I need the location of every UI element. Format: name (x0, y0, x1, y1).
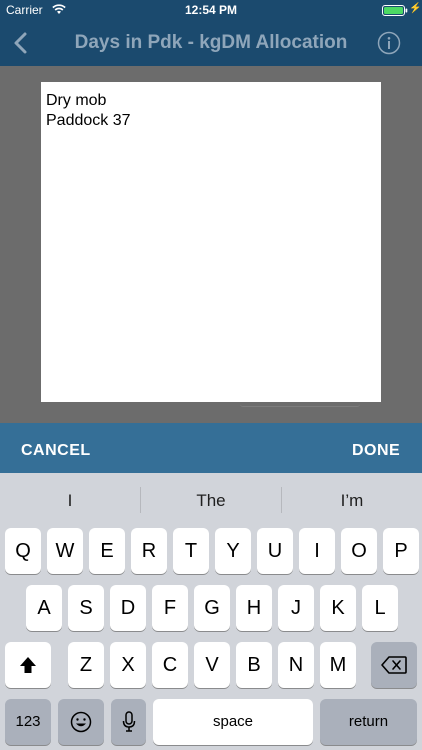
key-q[interactable]: Q (5, 528, 41, 574)
key-d[interactable]: D (110, 585, 146, 631)
page-title: Days in Pdk - kgDM Allocation (74, 32, 348, 53)
key-t[interactable]: T (173, 528, 209, 574)
return-key[interactable]: return (320, 699, 417, 745)
key-h[interactable]: H (236, 585, 272, 631)
key-p[interactable]: P (383, 528, 419, 574)
key-j[interactable]: J (278, 585, 314, 631)
key-k[interactable]: K (320, 585, 356, 631)
key-u[interactable]: U (257, 528, 293, 574)
chevron-left-icon[interactable] (12, 31, 30, 55)
key-m[interactable]: M (320, 642, 356, 688)
cancel-button[interactable]: CANCEL (21, 442, 91, 460)
shift-key[interactable] (5, 642, 51, 688)
key-g[interactable]: G (194, 585, 230, 631)
note-line-1: Dry mob (46, 92, 107, 109)
note-text-area[interactable]: Dry mob Paddock 37 (41, 82, 381, 402)
key-w[interactable]: W (47, 528, 83, 574)
delete-key[interactable] (371, 642, 417, 688)
suggestion-1[interactable]: I (0, 491, 140, 511)
key-v[interactable]: V (194, 642, 230, 688)
suggestion-bar: I The I’m (0, 473, 422, 527)
emoji-key[interactable] (58, 699, 104, 745)
key-b[interactable]: B (236, 642, 272, 688)
key-r[interactable]: R (131, 528, 167, 574)
space-key[interactable]: space (153, 699, 313, 745)
microphone-icon (122, 711, 135, 732)
picker-toolbar: CANCEL DONE (0, 423, 422, 473)
note-line-2: Paddock 37 (46, 112, 131, 129)
key-a[interactable]: A (26, 585, 62, 631)
shift-arrow-icon (20, 657, 36, 673)
backspace-icon (381, 656, 407, 674)
key-z[interactable]: Z (68, 642, 104, 688)
emoji-icon (70, 711, 92, 733)
key-s[interactable]: S (68, 585, 104, 631)
suggestion-2[interactable]: The (141, 491, 281, 511)
done-button[interactable]: DONE (352, 442, 400, 460)
key-e[interactable]: E (89, 528, 125, 574)
key-o[interactable]: O (341, 528, 377, 574)
status-time: 12:54 PM (184, 3, 238, 17)
key-n[interactable]: N (278, 642, 314, 688)
suggestion-3[interactable]: I’m (282, 491, 422, 511)
key-l[interactable]: L (362, 585, 398, 631)
key-x[interactable]: X (110, 642, 146, 688)
microphone-key[interactable] (111, 699, 146, 745)
battery-icon (382, 5, 408, 16)
key-y[interactable]: Y (215, 528, 251, 574)
key-c[interactable]: C (152, 642, 188, 688)
status-bar: Carrier 12:54 PM ⚡ (0, 0, 422, 20)
charging-bolt-icon: ⚡ (409, 3, 422, 14)
keyboard: I The I’m Q W E R T Y U I O P A S D F G … (0, 473, 422, 750)
numbers-key[interactable]: 123 (5, 699, 51, 745)
info-circle-icon[interactable] (377, 31, 401, 55)
navigation-bar: Days in Pdk - kgDM Allocation (0, 20, 422, 66)
key-i[interactable]: I (299, 528, 335, 574)
key-f[interactable]: F (152, 585, 188, 631)
